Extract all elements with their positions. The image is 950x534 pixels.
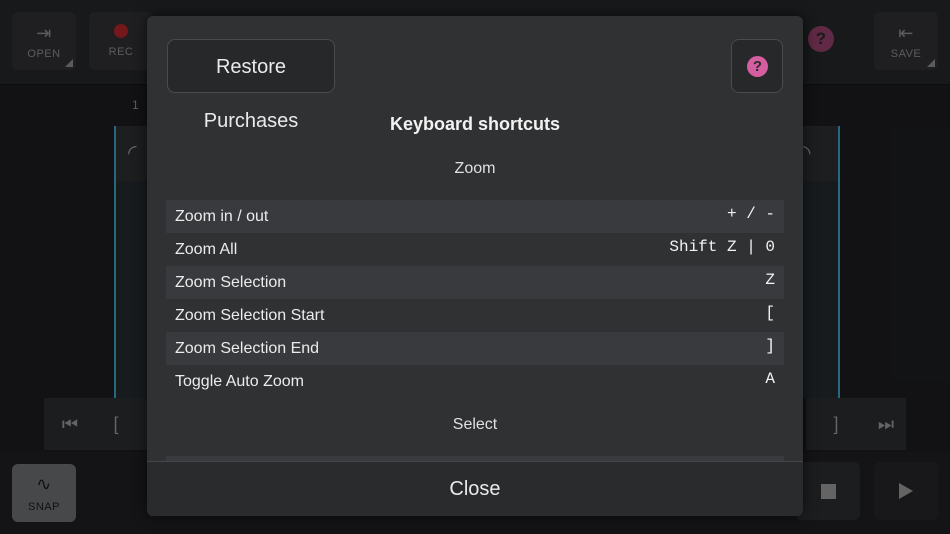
section-heading-select: Select (452, 416, 498, 433)
shortcut-row: Toggle Auto Zoom A (166, 365, 784, 398)
shortcut-keys: + / - (726, 204, 775, 223)
shortcut-keys: Z (765, 270, 775, 289)
shortcut-keys: Shift Z | 0 (669, 237, 775, 256)
shortcut-keys: A (765, 369, 775, 388)
shortcut-label: Zoom Selection End (175, 339, 320, 357)
shortcut-label: Zoom in / out (175, 207, 269, 225)
shortcut-label: Zoom Selection (175, 273, 287, 291)
shortcut-keys: ] (765, 336, 775, 355)
help-button[interactable]: ? (731, 39, 783, 93)
shortcut-row: Zoom in / out + / - (166, 200, 784, 233)
shortcut-label: Zoom All (175, 240, 238, 258)
question-mark-icon: ? (747, 56, 768, 77)
section-heading-zoom: Zoom (454, 160, 496, 177)
shortcut-label: Zoom Selection Start (175, 306, 325, 324)
shortcut-row: Zoom Selection Start [ (166, 299, 784, 332)
shortcut-row: Zoom Selection End ] (166, 332, 784, 365)
shortcut-row: Zoom All Shift Z | 0 (166, 233, 784, 266)
dialog-title: Keyboard shortcuts (389, 114, 561, 134)
shortcut-row: Zoom Selection Z (166, 266, 784, 299)
restore-purchases-button[interactable]: Restore Purchases (167, 39, 335, 132)
close-button[interactable]: Close (147, 461, 803, 516)
shortcut-label: Toggle Auto Zoom (175, 372, 304, 390)
shortcut-keys: [ (765, 303, 775, 322)
keyboard-shortcuts-dialog: Restore Purchases ? Keyboard shortcuts Z… (147, 16, 803, 516)
shortcut-list: Zoom in / out + / - Zoom All Shift Z | 0… (166, 200, 784, 398)
